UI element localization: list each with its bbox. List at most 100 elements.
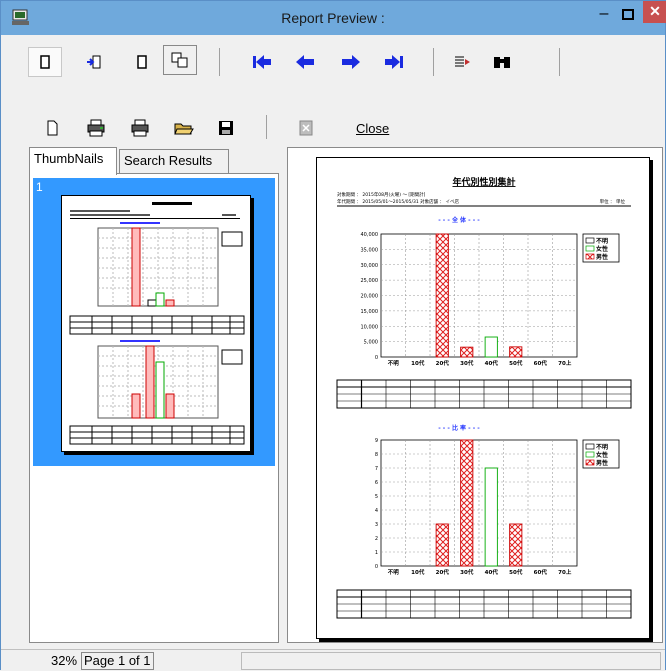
- bar-男性: [509, 346, 523, 358]
- status-message: [241, 652, 661, 670]
- x-tick-label: 10代: [411, 568, 425, 576]
- bar-女性: [484, 467, 498, 567]
- chart1-title: - - - 全 体 - - -: [438, 216, 480, 224]
- thumbnail-page-graphic: [69, 202, 245, 445]
- y-tick-label: 3: [375, 522, 378, 528]
- window-title: Report Preview :: [281, 10, 385, 26]
- y-tick-label: 30,000: [361, 263, 379, 269]
- page-width-icon: [137, 55, 147, 69]
- chart-overall: 0 5,000 10,000 15,000 20,000 25,000 30,000 35,0…: [361, 232, 620, 367]
- goto-page-icon: [455, 56, 470, 67]
- legend-label: 男性: [596, 459, 608, 467]
- y-tick-label: 25,000: [361, 278, 379, 284]
- status-bar: 32% Page 1 of 1: [1, 649, 665, 671]
- close-label: Close: [356, 121, 390, 136]
- y-tick-label: 2: [375, 536, 378, 542]
- thumbnail-list[interactable]: 1: [29, 173, 279, 643]
- x-tick-label: 20代: [436, 359, 450, 367]
- action-toolbar: Close: [1, 109, 665, 145]
- previous-page-icon: [296, 55, 314, 69]
- printer-setup-icon: [87, 119, 105, 137]
- x-tick-label: 50代: [509, 359, 523, 367]
- export-icon: [299, 120, 313, 136]
- multi-page-button[interactable]: [163, 45, 197, 75]
- chart2-title: - - - 比 率 - - -: [438, 424, 480, 432]
- first-page-button[interactable]: [245, 47, 279, 77]
- x-tick-label: 40代: [485, 359, 499, 367]
- y-tick-label: 20,000: [361, 294, 379, 300]
- single-page-button[interactable]: [28, 47, 62, 77]
- y-tick-label: 0: [375, 564, 378, 570]
- open-button[interactable]: [167, 113, 201, 143]
- first-page-icon: [253, 55, 271, 69]
- y-tick-label: 8: [375, 452, 378, 458]
- y-tick-label: 40,000: [361, 232, 379, 238]
- thumbnail-item[interactable]: 1: [33, 178, 275, 466]
- bar-男性: [509, 523, 523, 567]
- panel-tabs: ThumbNails Search Results: [29, 147, 279, 175]
- printer-setup-button[interactable]: [79, 113, 113, 143]
- tab-thumbnails[interactable]: ThumbNails: [29, 147, 117, 175]
- x-tick-label: 不明: [388, 568, 400, 576]
- x-tick-label: 40代: [485, 568, 499, 576]
- thumbnail-number: 1: [36, 180, 43, 194]
- bar-男性: [460, 439, 474, 567]
- x-tick-label: 50代: [509, 568, 523, 576]
- next-page-button[interactable]: [334, 47, 368, 77]
- maximize-button[interactable]: [617, 6, 639, 24]
- report-page-graphic: 年代別性別集計 対象期間 ： 2015年08月(火曜) ～ [期間計] 年代期間…: [336, 176, 632, 619]
- y-tick-label: 5,000: [364, 340, 378, 346]
- legend-label: 女性: [596, 245, 608, 253]
- binoculars-icon: [494, 57, 510, 68]
- bar-男性: [435, 233, 449, 358]
- y-tick-label: 35,000: [361, 247, 379, 253]
- legend-label: 男性: [596, 253, 608, 261]
- x-tick-label: 30代: [460, 568, 474, 576]
- next-page-icon: [342, 55, 360, 69]
- navigation-toolbar: [1, 37, 665, 89]
- legend-label: 女性: [596, 451, 608, 459]
- y-tick-label: 1: [375, 550, 378, 556]
- report-preview-window: Report Preview : – ✕ Close ThumbNails Se…: [0, 0, 666, 671]
- report-unit: 単位 ： 単位: [600, 198, 626, 205]
- y-tick-label: 5: [375, 494, 378, 500]
- legend-swatch: [585, 237, 595, 244]
- x-tick-label: 不明: [388, 359, 400, 367]
- previous-page-button[interactable]: [288, 47, 322, 77]
- toolbar-separator: [433, 48, 434, 76]
- tab-search-results[interactable]: Search Results: [119, 149, 229, 173]
- last-page-button[interactable]: [377, 47, 411, 77]
- y-tick-label: 6: [375, 480, 378, 486]
- close-window-button[interactable]: ✕: [643, 1, 666, 23]
- y-tick-label: 0: [375, 355, 378, 361]
- legend-swatch: [585, 443, 595, 450]
- x-tick-label: 60代: [534, 568, 548, 576]
- open-folder-icon: [174, 123, 194, 135]
- y-tick-label: 4: [375, 508, 378, 514]
- print-button[interactable]: [123, 113, 157, 143]
- y-tick-label: 10,000: [361, 324, 379, 330]
- legend-swatch: [585, 459, 595, 466]
- save-button[interactable]: [209, 113, 243, 143]
- summary-table-2: [336, 589, 632, 619]
- new-page-icon: [47, 120, 58, 136]
- legend-swatch: [585, 253, 595, 260]
- x-tick-label: 30代: [460, 359, 474, 367]
- two-page-button[interactable]: [77, 47, 111, 77]
- bar-男性: [435, 523, 449, 567]
- goto-page-button[interactable]: [445, 47, 479, 77]
- new-page-button[interactable]: [35, 113, 69, 143]
- minimize-button[interactable]: –: [593, 6, 615, 24]
- export-button[interactable]: [289, 113, 323, 143]
- title-bar[interactable]: Report Preview : – ✕: [1, 1, 666, 35]
- x-tick-label: 60代: [534, 359, 548, 367]
- report-page: 年代別性別集計 対象期間 ： 2015年08月(火曜) ～ [期間計] 年代期間…: [316, 157, 650, 639]
- find-button[interactable]: [485, 47, 519, 77]
- close-button[interactable]: Close: [356, 121, 389, 136]
- preview-pane[interactable]: 年代別性別集計 対象期間 ： 2015年08月(火曜) ～ [期間計] 年代期間…: [287, 147, 663, 643]
- y-tick-label: 9: [375, 438, 378, 444]
- toolbar-separator: [219, 48, 220, 76]
- page-width-button[interactable]: [125, 47, 159, 77]
- report-header-line-2: 年代期間 ： 2015/05/01～2015/05/31 対象店舗 ： イベ店: [337, 198, 460, 205]
- x-tick-label: 10代: [411, 359, 425, 367]
